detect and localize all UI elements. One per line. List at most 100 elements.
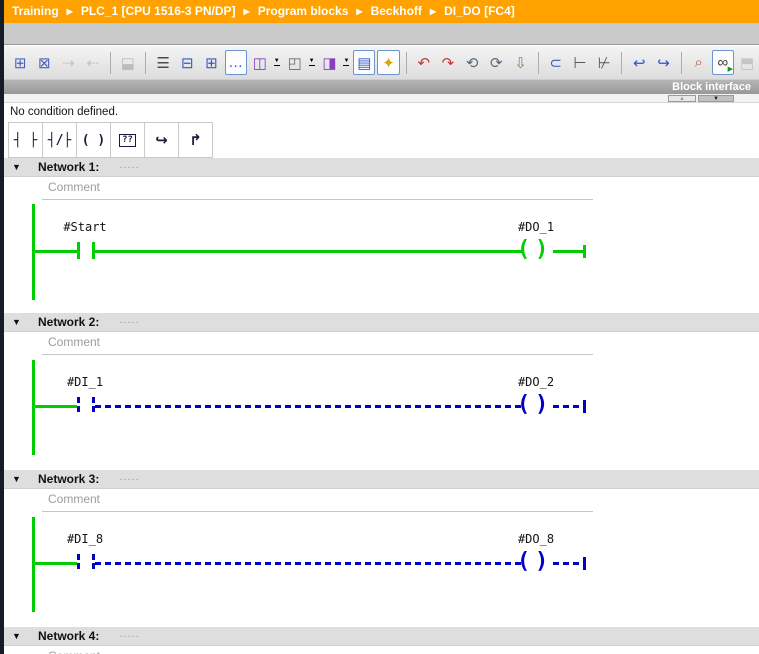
contact-open-icon: ┤ ├ — [14, 133, 37, 148]
close-all-networks-icon[interactable]: ⊞ — [200, 50, 222, 75]
network-title-placeholder[interactable]: ..... — [119, 314, 139, 326]
open-branch-icon: ↪ — [155, 131, 168, 149]
delete-network-icon[interactable]: ⊠ — [33, 50, 55, 75]
next-error-icon[interactable]: ↷ — [437, 50, 459, 75]
coil-symbol[interactable]: ) — [535, 237, 548, 263]
delete-row-icon: ⇠ — [82, 50, 104, 75]
favorites-toolbar-icon[interactable]: ✦ — [377, 50, 399, 75]
comment-placeholder[interactable]: Comment — [48, 335, 100, 349]
insert-segment-icon[interactable]: ⊢ — [569, 50, 591, 75]
show-comments-icon[interactable]: … — [225, 50, 247, 75]
chevron-down-icon: ▼ — [343, 59, 349, 66]
network-4-header[interactable]: ▼ Network 4: ..... — [4, 627, 759, 646]
contact-symbol[interactable] — [77, 397, 80, 414]
insert-network-icon[interactable]: ⊞ — [9, 50, 31, 75]
absolute-operands-icon-dropdown[interactable]: ▼ — [272, 50, 282, 75]
condition-status-text: No condition defined. — [4, 103, 759, 122]
coil-symbol[interactable]: ) — [535, 392, 548, 418]
wire-segment — [32, 405, 77, 408]
open-all-networks-icon[interactable]: ⊟ — [176, 50, 198, 75]
collapse-interface-button[interactable]: ▼ — [698, 95, 734, 102]
close-branch-icon: ↱ — [189, 131, 202, 149]
breadcrumb-item-4[interactable]: Beckhoff — [371, 4, 422, 18]
consistency-download-icon[interactable]: ⇩ — [509, 50, 531, 75]
panel-edge-divider[interactable] — [0, 0, 4, 654]
network-title: Network 2: — [38, 315, 99, 329]
coil-operand-label[interactable]: #DO_8 — [486, 532, 586, 546]
symbolic-operands-icon[interactable]: ◨ — [318, 50, 340, 75]
interface-splitter[interactable]: ▲ ▼ — [0, 94, 759, 103]
breadcrumb-item-5[interactable]: DI_DO [FC4] — [444, 4, 515, 18]
navigate-back-icon[interactable]: ↩ — [628, 50, 650, 75]
wire-segment[interactable] — [95, 250, 522, 253]
network-3-header[interactable]: ▼ Network 3: ..... — [4, 470, 759, 489]
operand-comments-icon-dropdown[interactable]: ▼ — [307, 50, 317, 75]
rung-end-bar — [583, 245, 586, 258]
coil-operand-label[interactable]: #DO_2 — [486, 375, 586, 389]
update-block-calls-icon[interactable]: ⟲ — [461, 50, 483, 75]
coil-symbol[interactable]: ( — [517, 237, 530, 263]
previous-error-icon[interactable]: ↶ — [413, 50, 435, 75]
collapse-network-icon[interactable]: ▼ — [12, 317, 38, 327]
contact-symbol[interactable] — [77, 554, 80, 571]
network-1-comment: Comment — [4, 177, 759, 200]
favorites-bar: ┤ ├ ┤/├ ( ) ?? ↪ ↱ — [4, 122, 759, 158]
lad-editor-window: Training▶PLC_1 [CPU 1516-3 PN/DP]▶Progra… — [0, 0, 759, 654]
coil-icon: ( ) — [82, 133, 105, 148]
coil-symbol[interactable]: ) — [535, 549, 548, 575]
comment-placeholder[interactable]: Comment — [48, 649, 100, 654]
network-2-header[interactable]: ▼ Network 2: ..... — [4, 313, 759, 332]
chevron-down-icon: ▼ — [274, 59, 280, 66]
block-interface-bar[interactable]: Block interface — [0, 79, 759, 94]
toolbar-separator — [621, 52, 622, 74]
coil-symbol[interactable]: ( — [517, 392, 530, 418]
toolbar-separator — [681, 52, 682, 74]
symbolic-operands-icon-dropdown[interactable]: ▼ — [342, 50, 352, 75]
rename-tag-icon: ⬓ — [117, 50, 139, 75]
wire-segment[interactable] — [95, 562, 522, 565]
breadcrumb-item-3[interactable]: Program blocks — [258, 4, 349, 18]
favorite-open-branch-button[interactable]: ↪ — [144, 122, 179, 158]
network-1-header[interactable]: ▼ Network 1: ..... — [4, 158, 759, 177]
contact-operand-label[interactable]: #DI_8 — [35, 532, 135, 546]
editor-toolbar: ⊞⊠⇢⇠⬓☰⊟⊞…◫▼◰▼◨▼▤✦↶↷⟲⟳⇩⊂⊢⊬↩↪⌕∞▶⬒ — [0, 46, 759, 79]
absolute-operands-icon[interactable]: ◫ — [249, 50, 271, 75]
navigate-forward-icon[interactable]: ↪ — [652, 50, 674, 75]
operand-comments-icon[interactable]: ◰ — [284, 50, 306, 75]
comment-placeholder[interactable]: Comment — [48, 180, 100, 194]
comment-placeholder[interactable]: Comment — [48, 492, 100, 506]
favorite-close-branch-button[interactable]: ↱ — [178, 122, 213, 158]
collapse-calls-icon[interactable]: ⊂ — [545, 50, 567, 75]
favorite-empty-box-button[interactable]: ?? — [110, 122, 145, 158]
contact-symbol[interactable] — [77, 242, 80, 259]
contact-operand-label[interactable]: #DI_1 — [35, 375, 135, 389]
wire-segment[interactable] — [95, 405, 522, 408]
favorite-contact-open-button[interactable]: ┤ ├ — [8, 122, 43, 158]
collapse-network-icon[interactable]: ▼ — [12, 162, 38, 172]
delete-segment-icon[interactable]: ⊬ — [593, 50, 615, 75]
breadcrumb: Training▶PLC_1 [CPU 1516-3 PN/DP]▶Progra… — [0, 0, 759, 23]
rung-end-bar — [583, 557, 586, 570]
wire-segment — [32, 250, 77, 253]
find-replace-icon[interactable]: ⌕ — [688, 50, 710, 75]
network-1: ▼ Network 1: ..... Comment #Start #DO_1 … — [4, 158, 759, 313]
collapse-network-icon[interactable]: ▼ — [12, 631, 38, 641]
network-title: Network 3: — [38, 472, 99, 486]
network-title-placeholder[interactable]: ..... — [119, 159, 139, 171]
network-4-comment: Comment — [4, 646, 759, 654]
refresh-block-calls-icon[interactable]: ⟳ — [485, 50, 507, 75]
favorite-coil-button[interactable]: ( ) — [76, 122, 111, 158]
favorite-contact-closed-button[interactable]: ┤/├ — [42, 122, 77, 158]
collapse-network-icon[interactable]: ▼ — [12, 474, 38, 484]
free-form-comments-icon[interactable]: ▤ — [353, 50, 375, 75]
contact-operand-label[interactable]: #Start — [35, 220, 135, 234]
expand-interface-button[interactable]: ▲ — [668, 95, 696, 102]
breadcrumb-item-1[interactable]: Training — [12, 4, 59, 18]
breadcrumb-item-2[interactable]: PLC_1 [CPU 1516-3 PN/DP] — [81, 4, 236, 18]
network-title-placeholder[interactable]: ..... — [119, 628, 139, 640]
network-title-placeholder[interactable]: ..... — [119, 471, 139, 483]
show-network-titles-icon[interactable]: ☰ — [152, 50, 174, 75]
coil-operand-label[interactable]: #DO_1 — [486, 220, 586, 234]
coil-symbol[interactable]: ( — [517, 549, 530, 575]
monitoring-icon[interactable]: ∞▶ — [712, 50, 734, 75]
